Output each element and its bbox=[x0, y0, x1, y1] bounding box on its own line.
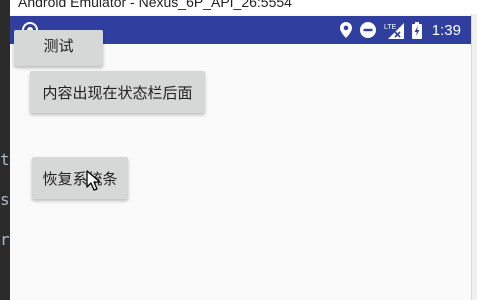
do-not-disturb-icon bbox=[359, 22, 376, 38]
editor-glyph: t bbox=[0, 150, 10, 169]
restore-system-bar-button[interactable]: 恢复系统条 bbox=[32, 157, 128, 199]
emulator-screen[interactable]: LTE 1:39 测试 内容出现在状态栏后面 恢复系统条 bbox=[10, 14, 471, 300]
content-behind-status-bar-button[interactable]: 内容出现在状态栏后面 bbox=[30, 71, 205, 113]
lte-label: LTE bbox=[384, 24, 397, 31]
editor-glyph: s bbox=[0, 190, 10, 209]
test-button[interactable]: 测试 bbox=[14, 30, 103, 66]
restore-system-bar-button-label: 恢复系统条 bbox=[42, 169, 118, 188]
status-icons-group: LTE 1:39 bbox=[339, 16, 461, 44]
test-button-label: 测试 bbox=[43, 37, 74, 55]
content-behind-status-bar-button-label: 内容出现在状态栏后面 bbox=[42, 83, 193, 102]
location-icon bbox=[339, 22, 352, 38]
host-desktop: t s r Android Emulator - Nexus_6P_API_26… bbox=[0, 0, 477, 300]
emulator-window-title: Android Emulator - Nexus_6P_API_26:5554 bbox=[18, 0, 292, 10]
status-time: 1:39 bbox=[431, 21, 461, 39]
emulator-frame-edge bbox=[471, 14, 477, 300]
battery-charging-icon bbox=[411, 21, 422, 39]
editor-glyph: r bbox=[0, 230, 10, 249]
emulator-titlebar[interactable]: Android Emulator - Nexus_6P_API_26:5554 bbox=[10, 0, 477, 14]
mouse-cursor-icon bbox=[86, 170, 101, 191]
editor-background-code: t s r bbox=[0, 140, 10, 260]
lte-signal-icon: LTE bbox=[384, 21, 404, 39]
